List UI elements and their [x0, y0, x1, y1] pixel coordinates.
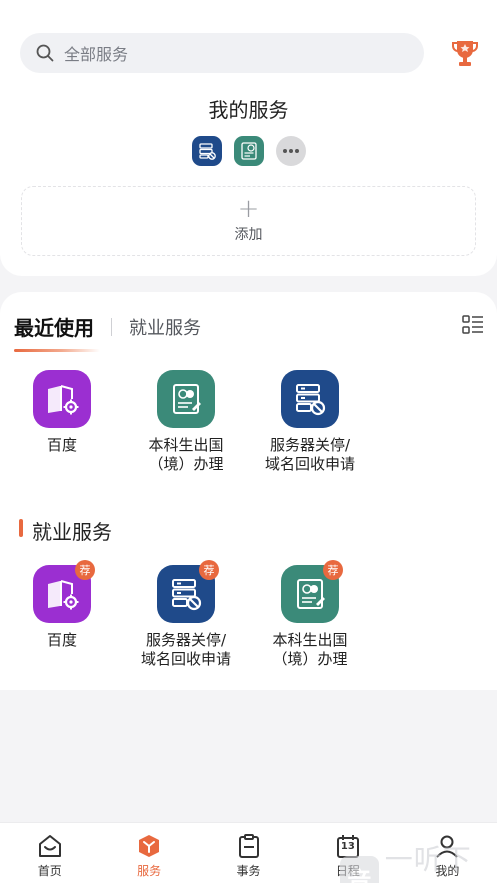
add-label: 添加	[234, 227, 263, 243]
nav-label: 服务	[137, 864, 162, 878]
book-gear-icon: 荐	[33, 560, 95, 623]
nav-label: 首页	[37, 864, 62, 878]
service-name: 百度	[46, 436, 77, 454]
nav-home[interactable]: 首页	[0, 823, 99, 883]
watermark-text: 一听下载	[384, 843, 472, 876]
search-placeholder: 全部服务	[64, 45, 129, 64]
service-name: 百度	[46, 631, 77, 649]
certificate-icon: 荐	[281, 560, 343, 623]
tab-indicator	[14, 349, 100, 352]
service-name: 服务器关停/ 域名回收申请	[140, 631, 231, 668]
service-item-study-abroad[interactable]: 本科生出国 （境）办理	[124, 370, 248, 474]
book-gear-icon	[33, 370, 91, 428]
server-stop-icon[interactable]	[191, 136, 222, 166]
service-cube-icon	[135, 832, 163, 860]
tab-employment[interactable]: 就业服务	[129, 314, 201, 340]
watermark-logo: 音	[340, 856, 379, 883]
clipboard-icon	[235, 832, 263, 860]
server-stop-icon	[281, 370, 339, 428]
section-marker	[19, 519, 23, 537]
plus-icon: +	[237, 194, 260, 224]
tab-recent[interactable]: 最近使用	[14, 312, 94, 341]
service-name: 服务器关停/ 域名回收申请	[264, 436, 355, 473]
recommend-badge: 荐	[199, 560, 219, 580]
certificate-icon	[157, 370, 215, 428]
search-input[interactable]: 全部服务	[20, 33, 424, 73]
recent-grid: 百度 本科生出国 （境）办理 服务器关停/ 域名回收申请	[0, 370, 372, 474]
service-item-baidu[interactable]: 百度	[0, 370, 124, 474]
home-icon	[36, 832, 64, 860]
my-services-title: 我的服务	[208, 98, 289, 122]
service-item-baidu[interactable]: 荐 百度	[0, 560, 124, 669]
add-service-button[interactable]: + 添加	[21, 186, 476, 256]
trophy-icon[interactable]	[451, 38, 479, 68]
tab-bar: 最近使用 就业服务	[14, 312, 201, 341]
top-card: 全部服务 我的服务 + 添加	[0, 0, 497, 276]
employment-grid: 荐 百度 荐 服务器关停/ 域名回收申请 荐 本科生出国 （境）办理	[0, 560, 372, 669]
watermark: 音 一听下载	[340, 838, 497, 883]
list-view-icon[interactable]	[462, 315, 484, 335]
more-icon[interactable]	[275, 136, 306, 166]
service-item-server-stop[interactable]: 服务器关停/ 域名回收申请	[248, 370, 372, 474]
nav-affairs[interactable]: 事务	[199, 823, 298, 883]
my-services-icons	[0, 136, 497, 166]
main-card: 最近使用 就业服务 百度 本科生出国 （境）办理 服务器关停/ 域名回收申请 就…	[0, 292, 497, 690]
certificate-icon[interactable]	[233, 136, 264, 166]
server-stop-icon: 荐	[157, 560, 219, 623]
service-name: 本科生出国 （境）办理	[272, 631, 348, 668]
search-icon	[36, 43, 56, 63]
recommend-badge: 荐	[75, 560, 95, 580]
nav-label: 事务	[236, 864, 261, 878]
tab-divider	[111, 317, 112, 336]
employment-section-title: 就业服务	[32, 520, 112, 544]
nav-services[interactable]: 服务	[99, 823, 198, 883]
recommend-badge: 荐	[323, 560, 343, 580]
service-item-server-stop[interactable]: 荐 服务器关停/ 域名回收申请	[124, 560, 248, 669]
service-name: 本科生出国 （境）办理	[148, 436, 224, 473]
service-item-study-abroad[interactable]: 荐 本科生出国 （境）办理	[248, 560, 372, 669]
